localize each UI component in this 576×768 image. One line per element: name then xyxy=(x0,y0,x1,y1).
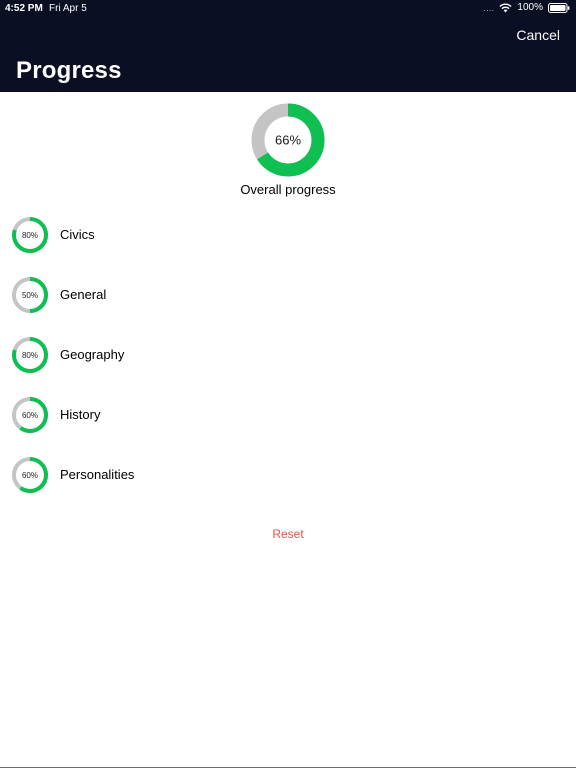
status-date: Fri Apr 5 xyxy=(49,3,87,14)
progress-ring-icon: 80% xyxy=(12,217,48,253)
category-percent: 80% xyxy=(22,231,38,240)
category-item-personalities[interactable]: 60% Personalities xyxy=(0,454,576,514)
category-percent: 80% xyxy=(22,351,38,360)
overall-progress: 66% Overall progress xyxy=(0,102,576,197)
category-name: Personalities xyxy=(60,467,135,482)
cancel-button[interactable]: Cancel xyxy=(516,27,560,43)
progress-ring-icon: 80% xyxy=(12,337,48,373)
progress-ring-icon: 60% xyxy=(12,457,48,493)
overall-label: Overall progress xyxy=(240,182,336,197)
progress-screen: 4:52 PM Fri Apr 5 .... 100% Cancel Progr… xyxy=(0,0,576,768)
overall-percent: 66% xyxy=(275,133,301,148)
progress-ring-icon: 60% xyxy=(12,397,48,433)
status-right: .... 100% xyxy=(484,2,570,13)
battery-percent: 100% xyxy=(517,2,543,13)
category-list: 80% Civics 50% General 80% Geography 60%… xyxy=(0,214,576,514)
reset-button[interactable]: Reset xyxy=(0,527,576,541)
overall-progress-ring: 66% xyxy=(251,103,325,177)
signal-icon: .... xyxy=(483,3,495,13)
category-item-general[interactable]: 50% General xyxy=(0,274,576,334)
wifi-icon xyxy=(499,3,513,12)
category-percent: 60% xyxy=(22,471,38,480)
category-item-civics[interactable]: 80% Civics xyxy=(0,214,576,274)
category-name: Civics xyxy=(60,227,95,242)
category-item-geography[interactable]: 80% Geography xyxy=(0,334,576,394)
category-name: History xyxy=(60,407,101,422)
battery-icon xyxy=(548,2,570,13)
category-percent: 50% xyxy=(22,291,38,300)
category-name: Geography xyxy=(60,347,125,362)
category-percent: 60% xyxy=(22,411,38,420)
status-time: 4:52 PM xyxy=(5,3,43,14)
status-bar: 4:52 PM Fri Apr 5 .... 100% xyxy=(0,0,576,18)
header: 4:52 PM Fri Apr 5 .... 100% Cancel Progr… xyxy=(0,0,576,92)
page-title: Progress xyxy=(16,57,122,84)
category-name: General xyxy=(60,287,107,302)
progress-ring-icon: 50% xyxy=(12,277,48,313)
category-item-history[interactable]: 60% History xyxy=(0,394,576,454)
